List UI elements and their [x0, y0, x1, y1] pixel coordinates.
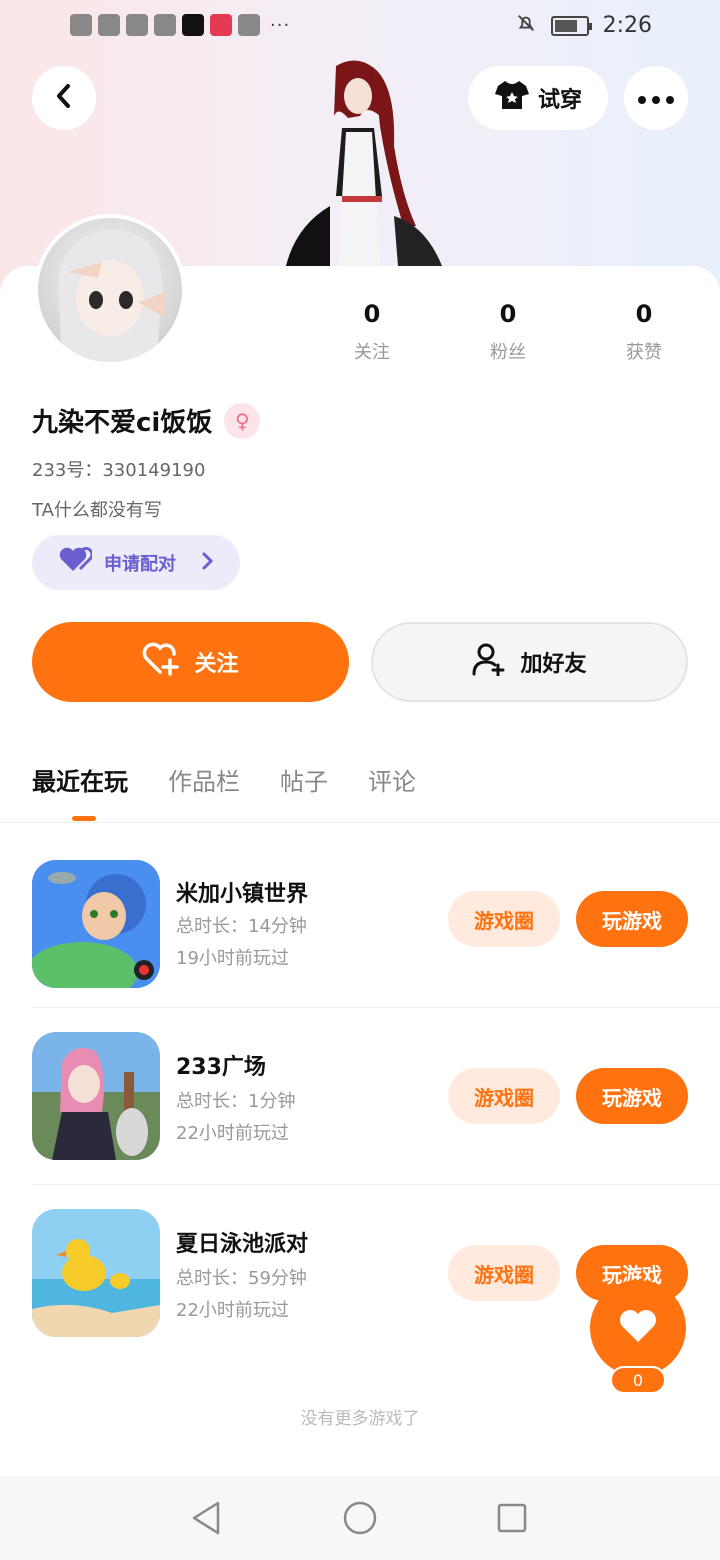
tab-works[interactable]: 作品栏 [168, 762, 240, 797]
game-circle-button[interactable]: 游戏圈 [448, 1245, 560, 1301]
avatar-character-image [276, 56, 446, 266]
heart-icon [618, 1308, 658, 1348]
wifi-icon [98, 14, 120, 36]
battery-icon [550, 15, 592, 36]
game-name: 米加小镇世界 [176, 882, 309, 907]
heart-plus-icon [142, 642, 180, 682]
nav-home-icon[interactable] [342, 1500, 378, 1536]
add-friend-label: 加好友 [520, 652, 587, 677]
status-bar: ··· 2:26 [0, 0, 720, 56]
female-gender-icon: ♀ [224, 402, 261, 439]
game-last-played: 22小时前玩过 [176, 1123, 289, 1144]
apply-pair-label: 申请配对 [104, 553, 176, 575]
stat-following-value: 0 [363, 300, 381, 328]
tab-recently-played[interactable]: 最近在玩 [32, 762, 128, 797]
clock: 2:26 [602, 13, 652, 38]
like-count-badge: 0 [610, 1366, 666, 1394]
apply-pair-button[interactable]: 申请配对 [32, 535, 240, 590]
wechat-icon [154, 14, 176, 36]
chevron-left-icon [53, 83, 75, 113]
nickname-row: 九染不爱ci饭饭 ♀ [32, 402, 261, 439]
stat-fans[interactable]: 0 粉丝 [448, 300, 568, 364]
tab-posts[interactable]: 帖子 [280, 762, 328, 797]
signal-icon [70, 14, 92, 36]
try-on-label: 试穿 [537, 88, 582, 113]
game-name: 233广场 [176, 1055, 266, 1080]
status-icons-left: ··· [70, 14, 290, 36]
stat-likes-label: 获赞 [626, 342, 662, 363]
game-duration: 总时长：59分钟 [176, 1268, 307, 1289]
game-icon-233-plaza[interactable] [32, 1032, 160, 1160]
stat-likes-value: 0 [635, 300, 653, 328]
shirt-icon [494, 79, 530, 117]
game-duration: 总时长：14分钟 [176, 916, 307, 937]
app-notification-icon [210, 14, 232, 36]
stat-fans-value: 0 [499, 300, 517, 328]
back-button[interactable] [32, 66, 96, 130]
status-icons-right: 2:26 [515, 12, 652, 39]
user-id: 233号：330149190 [32, 460, 206, 481]
add-user-icon [472, 642, 506, 682]
chevron-right-icon [202, 551, 214, 575]
game-icon-toca-world[interactable] [32, 860, 160, 988]
profile-stats: 0 关注 0 粉丝 0 获赞 [300, 300, 720, 370]
more-button[interactable] [624, 66, 688, 130]
heart-pair-icon [58, 547, 94, 578]
stat-fans-label: 粉丝 [490, 342, 526, 363]
stat-following[interactable]: 0 关注 [312, 300, 432, 364]
nav-recents-icon[interactable] [494, 1500, 530, 1536]
follow-button[interactable]: 关注 [32, 622, 349, 702]
game-icon-summer-pool-party[interactable] [32, 1209, 160, 1337]
tiktok-icon [182, 14, 204, 36]
more-dots-icon [638, 89, 674, 108]
like-floating-button[interactable] [590, 1280, 686, 1376]
nickname: 九染不爱ci饭饭 [32, 408, 213, 438]
tabs-divider [0, 822, 720, 823]
no-more-games-text: 没有更多游戏了 [300, 1409, 420, 1429]
bio-text: TA什么都没有写 [32, 500, 162, 521]
game-duration: 总时长：1分钟 [176, 1091, 296, 1112]
system-navigation-bar [0, 1476, 720, 1560]
game-name: 夏日泳池派对 [176, 1232, 309, 1257]
active-tab-indicator [72, 816, 96, 821]
stat-likes[interactable]: 0 获赞 [584, 300, 704, 364]
game-circle-button[interactable]: 游戏圈 [448, 1068, 560, 1124]
nav-back-icon[interactable] [188, 1500, 224, 1536]
game-circle-button[interactable]: 游戏圈 [448, 891, 560, 947]
game-list-item[interactable]: 233广场 总时长：1分钟 22小时前玩过 游戏圈 玩游戏 [0, 1007, 720, 1184]
follow-label: 关注 [194, 652, 239, 677]
profile-tabs: 最近在玩 作品栏 帖子 评论 [32, 762, 416, 797]
try-on-button[interactable]: 试穿 [468, 66, 608, 130]
game-list-item[interactable]: 米加小镇世界 总时长：14分钟 19小时前玩过 游戏圈 玩游戏 [0, 830, 720, 1007]
video-app-icon [238, 14, 260, 36]
add-friend-button[interactable]: 加好友 [371, 622, 688, 702]
stat-following-label: 关注 [354, 342, 390, 363]
play-game-button[interactable]: 玩游戏 [576, 1068, 688, 1124]
more-notifications-icon: ··· [270, 14, 291, 36]
game-last-played: 22小时前玩过 [176, 1300, 289, 1321]
play-game-button[interactable]: 玩游戏 [576, 891, 688, 947]
game-last-played: 19小时前玩过 [176, 948, 289, 969]
avatar[interactable] [34, 214, 186, 366]
sync-icon [126, 14, 148, 36]
mute-icon [515, 12, 537, 39]
tab-comments[interactable]: 评论 [368, 762, 416, 797]
